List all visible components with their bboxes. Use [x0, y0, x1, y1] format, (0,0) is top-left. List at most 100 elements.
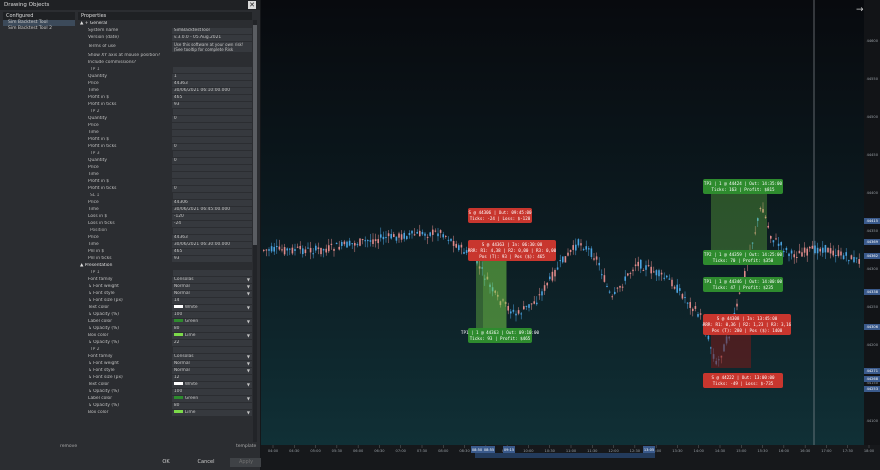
property-value[interactable] [171, 164, 252, 171]
property-value[interactable]: 14 [171, 297, 252, 304]
property-label: Box color [88, 410, 109, 415]
time-axis-label: 15:00 [736, 449, 747, 453]
ok-button[interactable]: OK [150, 458, 182, 467]
property-value[interactable]: 0 [171, 143, 252, 150]
apply-button[interactable]: Apply [230, 458, 262, 467]
property-value[interactable]: Normal ▼ [171, 360, 252, 367]
chevron-down-icon[interactable]: ▼ [247, 396, 250, 402]
property-value[interactable]: Normal ▼ [171, 283, 252, 290]
property-value[interactable]: 44363 [171, 80, 252, 87]
property-value[interactable] [172, 269, 252, 276]
property-value[interactable] [172, 66, 252, 73]
property-label: Profit in $ [88, 95, 110, 100]
property-value-text: Normal [173, 283, 190, 289]
property-label: Profit in ticks [88, 102, 117, 107]
property-value[interactable]: Consolas ▼ [171, 353, 252, 360]
property-value[interactable]: 0 [171, 115, 252, 122]
property-value[interactable] [172, 53, 252, 59]
property-value[interactable]: Normal ▼ [171, 290, 252, 297]
chevron-down-icon[interactable]: ▼ [247, 382, 250, 388]
candle-body [439, 230, 442, 233]
property-value[interactable]: 465 [171, 94, 252, 101]
property-value[interactable]: v.3.0.0 - 05.Aug.2021 [171, 34, 252, 41]
property-value[interactable]: 100 [171, 388, 252, 395]
property-value[interactable]: 80 [171, 402, 252, 409]
price-badge-text: 44271 [867, 369, 878, 373]
candle-body [593, 258, 595, 260]
candle-body [328, 245, 330, 252]
chevron-down-icon[interactable]: ▼ [247, 305, 250, 311]
property-value[interactable]: White ▼ [171, 304, 252, 311]
property-value[interactable]: 1 [171, 73, 252, 80]
property-row: ↳ Font style Normal ▼ [78, 290, 252, 297]
property-value[interactable]: 30/06/2021 06:10:00.000 [171, 87, 252, 94]
property-value[interactable]: 30/06/2021 06:30:00.000 [171, 241, 252, 248]
property-value[interactable]: Green ▼ [171, 318, 252, 325]
property-value-text: -24 [173, 220, 182, 226]
candle-body [598, 262, 600, 266]
price-badge-text: 44338 [867, 290, 879, 294]
property-value[interactable] [172, 227, 252, 234]
scrollbar-thumb[interactable] [253, 25, 257, 245]
property-value[interactable] [172, 346, 252, 353]
property-value[interactable]: Lime ▼ [171, 332, 252, 339]
property-value[interactable] [172, 192, 252, 199]
configured-item[interactable]: Sim Backtest Tool 2 [3, 26, 75, 32]
property-value[interactable]: 465 [171, 248, 252, 255]
property-value[interactable]: White ▼ [171, 381, 252, 388]
property-label: Profit in ticks [88, 186, 117, 191]
chevron-down-icon[interactable]: ▼ [247, 284, 250, 290]
property-value[interactable] [172, 150, 252, 157]
property-value[interactable]: Green ▼ [171, 395, 252, 402]
chevron-down-icon[interactable]: ▼ [247, 361, 250, 367]
property-label: Time [88, 130, 99, 135]
price-badge-text: 44362 [867, 254, 878, 258]
chevron-down-icon[interactable]: ▼ [247, 277, 250, 283]
property-value[interactable]: -120 [171, 213, 252, 220]
remove-link[interactable]: remove [60, 444, 77, 449]
chevron-down-icon[interactable]: ▼ [247, 319, 250, 325]
properties-scrollbar[interactable] [253, 20, 257, 442]
property-value[interactable]: 80 [171, 325, 252, 332]
property-value[interactable] [171, 129, 252, 136]
cancel-button[interactable]: Cancel [190, 458, 222, 467]
property-value[interactable]: Use this software at your own risk! (See… [171, 41, 252, 52]
property-value[interactable] [171, 171, 252, 178]
template-link[interactable]: template [236, 444, 256, 449]
property-value[interactable]: 100 [171, 311, 252, 318]
arrow-right-icon[interactable]: → [856, 5, 864, 15]
property-value[interactable] [171, 136, 252, 143]
property-value[interactable]: 22 [171, 339, 252, 346]
property-value[interactable]: SimBacktestTool [171, 27, 252, 34]
chevron-down-icon[interactable]: ▼ [247, 368, 250, 374]
property-value[interactable]: Consolas ▼ [171, 276, 252, 283]
chevron-down-icon[interactable]: ▼ [247, 291, 250, 297]
property-value-text: 465 [173, 94, 183, 100]
trade-label-text: TP2 | 1 @ 44359 | Out: 14:25:00 [704, 252, 783, 257]
property-value[interactable]: 93 [171, 101, 252, 108]
price-chart[interactable]: S @ 44306 | Out: 09:45:00Ticks: -24 | Lo… [261, 0, 880, 470]
price-axis-label: 44500 [867, 115, 879, 119]
property-value[interactable]: 0 [171, 185, 252, 192]
property-value[interactable]: 30/06/2021 06:45:00.000 [171, 206, 252, 213]
chevron-down-icon[interactable]: ▼ [247, 333, 250, 339]
property-value[interactable] [172, 108, 252, 115]
candle-body [608, 291, 611, 293]
chevron-down-icon[interactable]: ▼ [247, 354, 250, 360]
chevron-down-icon[interactable]: ▼ [247, 410, 250, 416]
property-value[interactable]: 12 [171, 374, 252, 381]
configured-header: Configured [3, 12, 75, 20]
property-value[interactable]: 44306 [171, 199, 252, 206]
property-label: Text color [88, 305, 110, 310]
property-value[interactable]: 93 [171, 255, 252, 262]
property-value[interactable]: 44363 [171, 234, 252, 241]
property-value[interactable]: Normal ▼ [171, 367, 252, 374]
property-value[interactable] [171, 122, 252, 129]
property-value[interactable]: Lime ▼ [171, 409, 252, 416]
property-value[interactable] [171, 178, 252, 185]
property-value[interactable] [172, 60, 252, 66]
close-icon[interactable]: ✕ [248, 1, 256, 9]
property-row: System name SimBacktestTool [78, 27, 252, 34]
property-value[interactable]: -24 [171, 220, 252, 227]
property-value[interactable]: 0 [171, 157, 252, 164]
